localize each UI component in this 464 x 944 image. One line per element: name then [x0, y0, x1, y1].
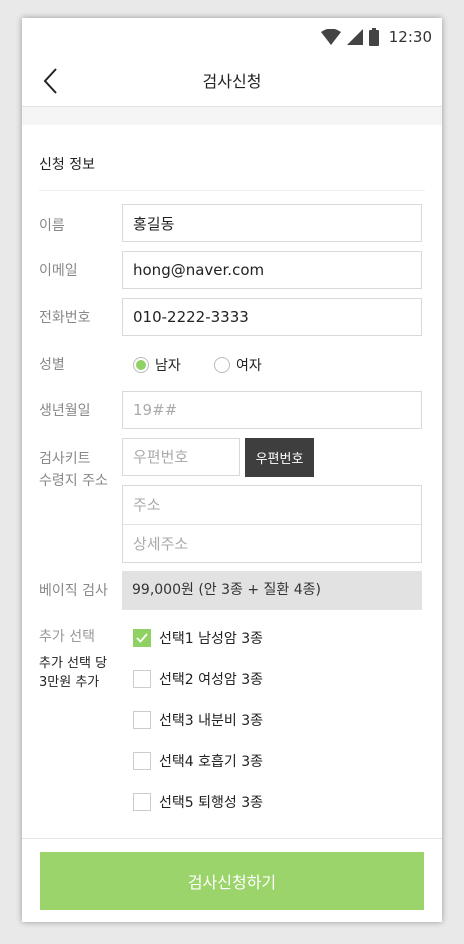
- zip-search-button[interactable]: 우편번호: [245, 438, 314, 477]
- checkbox-checked[interactable]: [133, 629, 151, 647]
- status-bar: 12:30: [22, 18, 442, 56]
- app-bar: 검사신청: [22, 56, 442, 107]
- page-title: 검사신청: [202, 72, 262, 91]
- section-title: 신청 정보: [39, 157, 95, 173]
- extra-option-label: 선택3 내분비 3종: [159, 713, 263, 729]
- radio-indicator: [214, 357, 230, 373]
- extra-label: 추가 선택: [39, 629, 95, 645]
- phone-input[interactable]: [122, 298, 422, 336]
- phone-label: 전화번호: [39, 310, 91, 326]
- address-box: [122, 485, 422, 563]
- radio-label-female: 여자: [236, 358, 262, 374]
- extra-option-5[interactable]: 선택5 퇴행성 3종: [133, 792, 263, 812]
- check-icon: [136, 633, 148, 643]
- bottom-divider: [22, 838, 442, 839]
- wifi-icon: [320, 29, 341, 45]
- status-icons: 12:30: [320, 27, 432, 47]
- checkbox[interactable]: [133, 793, 151, 811]
- extra-option-2[interactable]: 선택2 여성암 3종: [133, 669, 263, 689]
- section-gap: [22, 107, 442, 125]
- section-divider: [39, 190, 425, 191]
- extra-option-label: 선택4 호흡기 3종: [159, 754, 263, 770]
- basic-value: 99,000원 (안 3종 + 질환 4종): [122, 571, 422, 610]
- signal-icon: [346, 29, 363, 45]
- phone-screen: 12:30 검사신청 신청 정보 이름 이메일 전화번호 성별 남자 여자 생년…: [22, 18, 442, 922]
- extra-note-line1: 추가 선택 당: [39, 656, 108, 671]
- address-detail-input[interactable]: [123, 525, 421, 563]
- address-label-line2: 수령지 주소: [39, 473, 108, 489]
- address-label-line1: 검사키트: [39, 451, 91, 467]
- address-input[interactable]: [123, 486, 421, 524]
- name-label: 이름: [39, 218, 65, 234]
- extra-option-label: 선택1 남성암 3종: [159, 631, 263, 647]
- birth-label: 생년월일: [39, 403, 91, 419]
- email-input[interactable]: [122, 251, 422, 289]
- gender-radio-female[interactable]: 여자: [214, 355, 262, 375]
- extra-option-3[interactable]: 선택3 내분비 3종: [133, 710, 263, 730]
- gender-radio-male[interactable]: 남자: [133, 355, 181, 375]
- radio-label-male: 남자: [155, 358, 181, 374]
- extra-option-1[interactable]: 선택1 남성암 3종: [133, 628, 263, 648]
- zip-input[interactable]: [122, 438, 240, 476]
- battery-icon: [368, 28, 379, 46]
- extra-note: 추가 선택 당 3만원 추가: [39, 654, 107, 692]
- checkbox[interactable]: [133, 711, 151, 729]
- birth-input[interactable]: [122, 391, 422, 429]
- basic-label: 베이직 검사: [39, 583, 108, 599]
- extra-option-label: 선택5 퇴행성 3종: [159, 795, 263, 811]
- name-input[interactable]: [122, 204, 422, 242]
- checkbox[interactable]: [133, 752, 151, 770]
- checkbox[interactable]: [133, 670, 151, 688]
- extra-option-label: 선택2 여성암 3종: [159, 672, 263, 688]
- radio-selected-indicator: [133, 357, 149, 373]
- status-time: 12:30: [388, 28, 432, 46]
- gender-label: 성별: [39, 357, 65, 373]
- extra-option-4[interactable]: 선택4 호흡기 3종: [133, 751, 263, 771]
- extra-note-line2: 3만원 추가: [39, 675, 100, 690]
- address-label: 검사키트 수령지 주소: [39, 448, 108, 492]
- email-label: 이메일: [39, 263, 78, 279]
- submit-button[interactable]: 검사신청하기: [40, 852, 424, 910]
